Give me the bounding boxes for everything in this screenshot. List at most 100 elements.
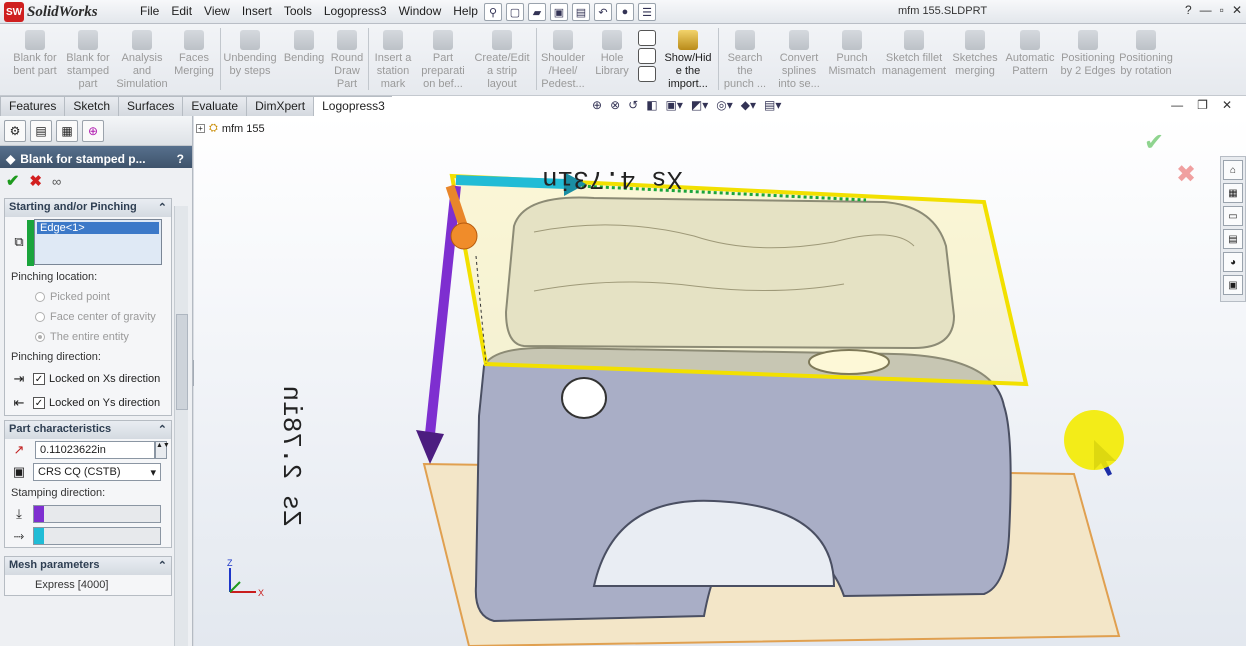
tab-sketch[interactable]: Sketch bbox=[64, 96, 120, 116]
xs-dimension-label[interactable]: Xs 4.73in bbox=[542, 164, 682, 194]
zs-direction-field[interactable] bbox=[33, 505, 161, 523]
cancel-button[interactable]: ✖ bbox=[29, 172, 42, 190]
viewport-minimize-button[interactable]: — bbox=[1171, 98, 1183, 112]
radio-face-center-gravity[interactable]: Face center of gravity bbox=[5, 307, 171, 327]
collapse-chevron-icon[interactable]: ⌃ bbox=[158, 559, 167, 573]
group-header[interactable]: Part characteristics ⌃ bbox=[5, 421, 171, 439]
dimxpert-manager-icon[interactable]: ⊕ bbox=[82, 120, 104, 142]
scene-icon[interactable]: ▤▾ bbox=[764, 98, 781, 112]
viewport-restore-button[interactable]: ❐ bbox=[1197, 98, 1208, 112]
panel-scrollbar[interactable] bbox=[174, 206, 188, 646]
edge-selection-box[interactable]: Edge<1> bbox=[27, 219, 162, 266]
open-folder-icon[interactable]: ▰ bbox=[528, 3, 546, 21]
confirm-corner-cancel-icon[interactable]: ✖ bbox=[1176, 160, 1196, 188]
thickness-spinner[interactable]: ▲▼ bbox=[155, 441, 170, 459]
collapse-chevron-icon[interactable]: ⌃ bbox=[158, 201, 167, 215]
unbending-by-steps-button[interactable]: Unbending by steps bbox=[223, 30, 277, 94]
preview-glasses-icon[interactable]: ∞ bbox=[52, 174, 61, 189]
cube-view-icon[interactable] bbox=[638, 30, 656, 46]
appearances-icon[interactable]: ◕ bbox=[1223, 252, 1243, 272]
create-edit-strip-layout-button[interactable]: Create/Edit a strip layout bbox=[472, 30, 532, 94]
bending-button[interactable]: Bending bbox=[282, 30, 326, 94]
positioning-by-rotation-button[interactable]: Positioning by rotation bbox=[1118, 30, 1174, 94]
new-document-icon[interactable]: ▢ bbox=[506, 3, 524, 21]
radio-entire-entity[interactable]: The entire entity bbox=[5, 327, 171, 347]
view-orientation-icon[interactable]: ▣▾ bbox=[666, 98, 683, 112]
viewport-close-button[interactable]: ✕ bbox=[1222, 98, 1232, 112]
print-icon[interactable]: ▤ bbox=[572, 3, 590, 21]
save-icon[interactable]: ▣ bbox=[550, 3, 568, 21]
tab-features[interactable]: Features bbox=[0, 96, 66, 116]
scrollbar-thumb[interactable] bbox=[176, 314, 188, 410]
help-button[interactable]: ? bbox=[177, 152, 184, 166]
home-icon[interactable]: ⌂ bbox=[1223, 160, 1243, 180]
menu-logopress3[interactable]: Logopress3 bbox=[318, 4, 393, 18]
ok-button[interactable]: ✔ bbox=[6, 171, 19, 191]
edit-appearance-icon[interactable]: ◆▾ bbox=[741, 98, 756, 112]
show-hide-imported-button[interactable]: Show/Hid e the import... bbox=[664, 30, 712, 94]
menu-tools[interactable]: Tools bbox=[278, 4, 318, 18]
menu-help[interactable]: Help bbox=[447, 4, 484, 18]
material-select[interactable]: CRS CQ (CSTB) ▾ bbox=[33, 463, 161, 481]
confirm-corner-ok-icon[interactable]: ✔ bbox=[1144, 128, 1164, 156]
feature-manager-icon[interactable]: ⚙ bbox=[4, 120, 26, 142]
shoulder-heel-pedestal-button[interactable]: Shoulder /Heel/ Pedest... bbox=[540, 30, 586, 94]
punch-mismatch-button[interactable]: Punch Mismatch bbox=[828, 30, 876, 94]
undo-icon[interactable]: ↶ bbox=[594, 3, 612, 21]
sketches-merging-button[interactable]: Sketches merging bbox=[950, 30, 1000, 94]
previous-view-icon[interactable]: ↺ bbox=[628, 98, 638, 112]
zoom-area-icon[interactable]: ⊗ bbox=[610, 98, 620, 112]
lock-ys-checkbox-row[interactable]: ⇤ ✓ Locked on Ys direction bbox=[5, 391, 171, 415]
tab-dimxpert[interactable]: DimXpert bbox=[246, 96, 315, 116]
design-library-icon[interactable]: ▦ bbox=[1223, 183, 1243, 203]
part-preparation-button[interactable]: Part preparati on bef... bbox=[418, 30, 468, 94]
menu-window[interactable]: Window bbox=[393, 4, 448, 18]
hole-library-button[interactable]: Hole Library bbox=[592, 30, 632, 94]
tab-logopress3[interactable]: Logopress3 bbox=[313, 96, 394, 116]
property-manager-icon[interactable]: ▤ bbox=[30, 120, 52, 142]
close-button[interactable]: ✕ bbox=[1232, 3, 1242, 17]
positioning-by-2-edges-button[interactable]: Positioning by 2 Edges bbox=[1060, 30, 1116, 94]
tab-evaluate[interactable]: Evaluate bbox=[182, 96, 248, 116]
lock-ys-checkbox[interactable]: ✓ bbox=[33, 397, 45, 409]
custom-properties-icon[interactable]: ▣ bbox=[1223, 275, 1243, 295]
blank-for-stamped-part-button[interactable]: Blank for stamped part bbox=[62, 30, 114, 94]
zs-arrow-shaft[interactable] bbox=[425, 185, 461, 435]
convert-splines-button[interactable]: Convert splines into se... bbox=[774, 30, 824, 94]
solidworks-logo[interactable]: SW SolidWorks bbox=[4, 2, 116, 22]
pinch-handle-sphere[interactable] bbox=[450, 222, 478, 250]
traffic-light-icon[interactable]: ● bbox=[616, 3, 634, 21]
menu-view[interactable]: View bbox=[198, 4, 236, 18]
lock-xs-checkbox[interactable]: ✓ bbox=[33, 373, 45, 385]
zoom-to-fit-icon[interactable]: ⊕ bbox=[592, 98, 602, 112]
graphics-area[interactable]: + ⛭ mfm 155 Z X ✔ ✖ Xs 4.73in Zs 2.78in … bbox=[194, 116, 1246, 646]
faces-merging-button[interactable]: Faces Merging bbox=[170, 30, 218, 94]
file-explorer-icon[interactable]: ▭ bbox=[1223, 206, 1243, 226]
sketch-fillet-management-button[interactable]: Sketch fillet management bbox=[882, 30, 946, 94]
menu-file[interactable]: File bbox=[134, 4, 165, 18]
pinch-tool-icon[interactable] bbox=[638, 48, 656, 64]
radio-picked-point[interactable]: Picked point bbox=[5, 287, 171, 307]
pin-icon[interactable]: ⚲ bbox=[484, 3, 502, 21]
search-punch-button[interactable]: Search the punch ... bbox=[722, 30, 768, 94]
blank-for-bent-part-button[interactable]: Blank for bent part bbox=[8, 30, 62, 94]
view-palette-icon[interactable]: ▤ bbox=[1223, 229, 1243, 249]
lock-xs-checkbox-row[interactable]: ⇥ ✓ Locked on Xs direction bbox=[5, 367, 171, 391]
tab-surfaces[interactable]: Surfaces bbox=[118, 96, 184, 116]
display-style-icon[interactable]: ◩▾ bbox=[691, 98, 708, 112]
group-header[interactable]: Mesh parameters ⌃ bbox=[5, 557, 171, 575]
configuration-manager-icon[interactable]: ▦ bbox=[56, 120, 78, 142]
menu-edit[interactable]: Edit bbox=[165, 4, 198, 18]
insert-station-mark-button[interactable]: Insert a station mark bbox=[372, 30, 414, 94]
options-icon[interactable]: ☰ bbox=[638, 3, 656, 21]
restore-button[interactable]: ▫ bbox=[1220, 3, 1224, 17]
menu-insert[interactable]: Insert bbox=[236, 4, 278, 18]
zs-dimension-label[interactable]: Zs 2.78in bbox=[276, 386, 306, 526]
model-canvas[interactable]: Z X ✔ ✖ bbox=[194, 116, 1246, 646]
section-view-icon[interactable]: ◧ bbox=[646, 98, 657, 112]
automatic-pattern-button[interactable]: Automatic Pattern bbox=[1004, 30, 1056, 94]
collapse-chevron-icon[interactable]: ⌃ bbox=[158, 423, 167, 437]
group-header[interactable]: Starting and/or Pinching ⌃ bbox=[5, 199, 171, 217]
selected-edge[interactable]: Edge<1> bbox=[37, 222, 159, 234]
hole-left[interactable] bbox=[561, 377, 607, 419]
